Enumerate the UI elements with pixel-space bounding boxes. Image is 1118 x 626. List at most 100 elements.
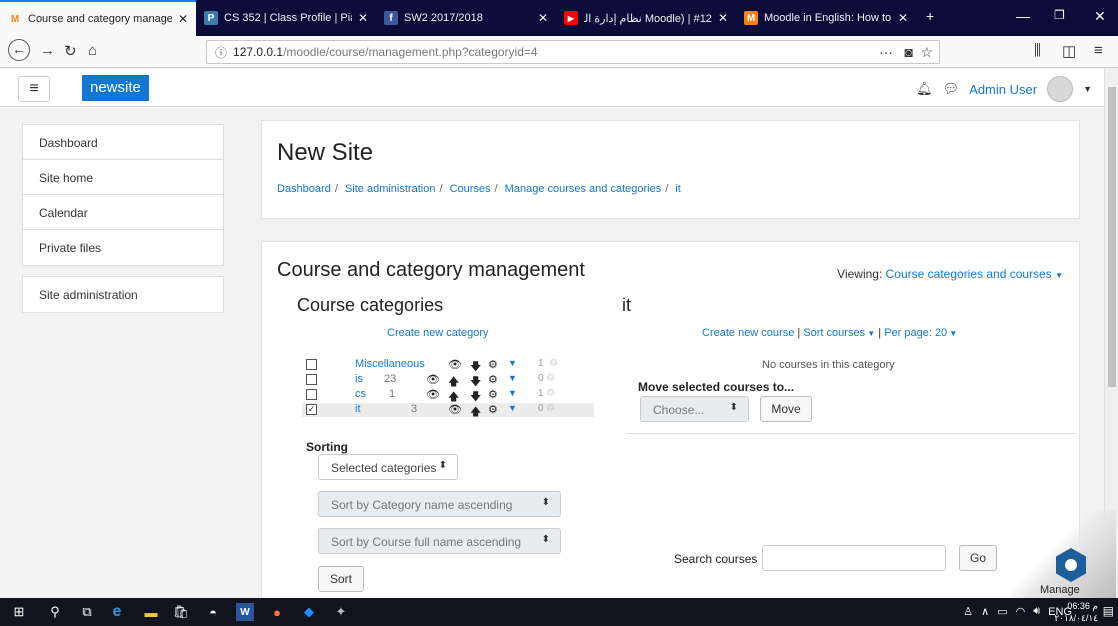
menu-icon[interactable]: ≡ [1094,42,1103,59]
sidebar-item-site-administration[interactable]: Site administration [23,277,223,312]
caret-down-icon[interactable]: ▼ [1055,271,1063,280]
sort-button[interactable]: Sort [318,566,364,592]
wifi-icon[interactable]: ◠ [1016,605,1026,618]
sidebar-item-calendar[interactable]: Calendar [23,195,223,230]
gear-icon[interactable]: ⚙︎ [488,373,498,386]
info-icon[interactable]: ⓘ [215,44,227,61]
restore-icon[interactable]: ❐ [1054,8,1065,22]
word-icon[interactable]: W [236,603,254,621]
pocket-icon[interactable]: ◙ [905,44,913,60]
move-button[interactable]: Move [760,396,812,422]
tab-course-management[interactable]: M Course and category managem ✕ [0,0,196,36]
file-explorer-icon[interactable]: ▬ [142,603,160,621]
category-checkbox[interactable] [306,359,317,370]
window-close-icon[interactable]: ✕ [1094,8,1106,25]
arrow-up-icon[interactable]: 🡅 [470,403,481,422]
firefox-icon[interactable]: ● [268,603,286,621]
sidebar-item-site-home[interactable]: Site home [23,160,223,195]
eye-icon[interactable]: 👁︎ [426,388,440,401]
gear-icon[interactable]: ⚙︎ [488,403,498,416]
reload-icon[interactable]: ↻ [64,42,77,60]
notification-icon[interactable]: ▤ [1103,604,1114,618]
viewing-mode-link[interactable]: Course categories and courses [886,267,1052,281]
url-bar[interactable]: ⓘ 127.0.0.1/moodle/course/management.php… [206,40,940,64]
search-courses-input[interactable] [762,545,946,571]
scrollbar-thumb[interactable] [1108,87,1116,387]
site-name-button[interactable]: newsite [82,75,149,101]
caret-down-icon[interactable]: ▼ [508,388,517,398]
create-course-link[interactable]: Create new course [702,327,794,339]
user-name[interactable]: Admin User [969,82,1037,97]
close-icon[interactable]: ✕ [538,11,548,25]
avatar[interactable] [1047,76,1074,102]
move-target-select[interactable]: Choose... ⬍ [640,396,749,422]
back-icon[interactable]: ← [8,39,30,61]
create-category-link[interactable]: Create new category [387,327,489,339]
category-checkbox[interactable] [306,374,317,385]
tab-facebook[interactable]: f SW2 2017/2018 ✕ [376,0,556,36]
tab-moodle-english[interactable]: M Moodle in English: How to assi ✕ [736,0,916,36]
app-cube-icon[interactable]: ◆ [300,603,318,621]
category-checkbox[interactable] [306,389,317,400]
store-icon[interactable]: 🛍︎ [172,603,190,621]
category-name-link[interactable]: Miscellaneous [355,358,425,370]
breadcrumb-dashboard[interactable]: Dashboard [277,183,331,195]
library-icon[interactable]: ⫼ [1034,42,1041,59]
close-icon[interactable]: ✕ [358,11,368,25]
category-name-link[interactable]: it [355,403,361,415]
steam-icon[interactable]: ◓ [204,603,222,621]
sorting-scope-select[interactable]: Selected categories ⬍ [318,454,458,480]
app-tool-icon[interactable]: ✦ [332,603,350,621]
eye-icon[interactable]: 👁︎ [448,358,462,371]
breadcrumb-site-administration[interactable]: Site administration [345,183,436,195]
home-icon[interactable]: ⌂ [88,42,97,59]
new-tab-button[interactable]: + [926,8,934,24]
chevron-down-icon[interactable]: ▼ [1083,84,1092,94]
user-menu[interactable]: 🔔︎ 💬︎ Admin User ▼ [916,76,1092,102]
manage-widget-label[interactable]: Manage [1040,584,1080,596]
category-checkbox-checked[interactable]: ✓ [306,404,317,415]
hamburger-menu-icon[interactable]: ≡ [18,76,50,102]
battery-icon[interactable]: ▭ [997,605,1007,618]
eye-icon[interactable]: 👁︎ [448,403,462,416]
bell-icon[interactable]: 🔔︎ [916,81,933,97]
go-button[interactable]: Go [959,545,997,571]
breadcrumb-courses[interactable]: Courses [450,183,491,195]
volume-icon[interactable]: 🔊︎ [1033,605,1040,618]
sidebar-item-dashboard[interactable]: Dashboard [23,125,223,160]
gear-icon[interactable]: ⚙︎ [488,358,498,371]
breadcrumb-manage-courses[interactable]: Manage courses and categories [505,183,662,195]
search-icon[interactable]: ⚲ [46,603,64,621]
chat-icon[interactable]: 💬︎ [943,81,960,97]
sidebar-icon[interactable]: ◫ [1062,42,1076,60]
eye-icon[interactable]: 👁︎ [426,373,440,386]
chevron-up-icon[interactable]: ∧ [981,605,989,618]
minimize-icon[interactable]: — [1016,8,1030,24]
sorting-label: Sorting [306,440,348,454]
edge-icon[interactable]: e [108,603,126,621]
sidebar-item-private-files[interactable]: Private files [23,230,223,265]
per-page-link[interactable]: Per page: 20 [884,327,947,339]
tab-piazza[interactable]: P CS 352 | Class Profile | Piazza ✕ [196,0,376,36]
sort-courses-link[interactable]: Sort courses [803,327,865,339]
gear-icon[interactable]: ⚙︎ [488,388,498,401]
more-actions-icon[interactable]: ··· [879,44,893,60]
tab-youtube[interactable]: ▶ Moodle) | #12 نظام إدارة التعلم ✕ [556,0,736,36]
caret-down-icon[interactable]: ▼ [508,358,517,368]
close-icon[interactable]: ✕ [898,11,908,25]
caret-down-icon[interactable]: ▼ [508,373,517,383]
close-icon[interactable]: ✕ [178,12,188,26]
task-view-icon[interactable]: ⧉ [78,603,96,621]
bookmark-star-icon[interactable]: ☆ [920,44,933,61]
category-name-link[interactable]: is [355,373,363,385]
sort-course-select[interactable]: Sort by Course full name ascending ⬍ [318,528,561,554]
people-icon[interactable]: ♙ [963,605,973,618]
caret-down-icon[interactable]: ▼ [508,403,517,413]
close-icon[interactable]: ✕ [718,11,728,25]
clock[interactable]: 06:36 م ٢٠١٨/٠٤/١٤ [1054,600,1098,624]
category-name-link[interactable]: cs [355,388,366,400]
forward-icon[interactable]: → [40,42,55,59]
breadcrumb-it[interactable]: it [675,183,681,195]
sort-category-select[interactable]: Sort by Category name ascending ⬍ [318,491,561,517]
windows-start-icon[interactable]: ⊞ [10,603,28,621]
